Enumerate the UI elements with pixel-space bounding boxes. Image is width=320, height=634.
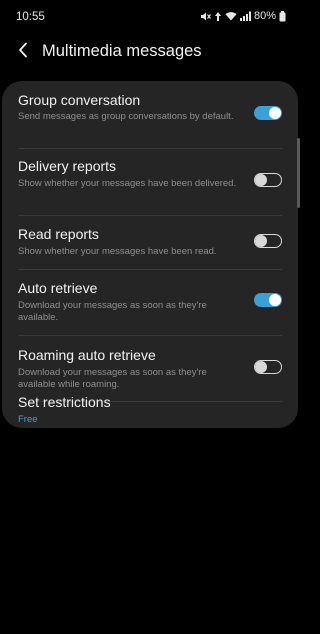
delivery-reports-toggle[interactable] xyxy=(254,173,282,187)
setting-set-restrictions[interactable]: Set restrictions Free xyxy=(2,394,298,428)
data-transfer-icon xyxy=(214,11,222,22)
setting-label: Group conversation xyxy=(18,92,141,108)
setting-label: Set restrictions xyxy=(18,394,111,410)
scrollbar[interactable] xyxy=(297,138,300,208)
battery-icon xyxy=(279,10,286,22)
roaming-auto-retrieve-toggle[interactable] xyxy=(254,360,282,374)
setting-label: Read reports xyxy=(18,226,99,242)
status-time: 10:55 xyxy=(16,11,45,23)
setting-auto-retrieve[interactable]: Auto retrieve Download your messages as … xyxy=(2,270,298,334)
setting-roaming-auto-retrieve[interactable]: Roaming auto retrieve Download your mess… xyxy=(2,336,298,401)
read-reports-toggle[interactable] xyxy=(254,234,282,248)
page-title: Multimedia messages xyxy=(42,42,202,60)
auto-retrieve-toggle[interactable] xyxy=(254,293,282,307)
toggle-knob xyxy=(255,360,267,373)
setting-label: Roaming auto retrieve xyxy=(18,347,156,363)
toggle-knob xyxy=(255,173,267,186)
setting-description: Send messages as group conversations by … xyxy=(18,111,234,122)
setting-label: Delivery reports xyxy=(18,158,117,174)
status-bar: 10:55 80% xyxy=(0,0,300,36)
setting-description: Show whether your messages have been del… xyxy=(18,178,237,189)
mute-icon xyxy=(200,11,211,22)
setting-read-reports[interactable]: Read reports Show whether your messages … xyxy=(2,216,298,270)
chevron-left-icon xyxy=(18,42,28,63)
status-icons: 80% xyxy=(200,10,286,22)
restrictions-value: Free xyxy=(18,414,38,425)
battery-percentage: 80% xyxy=(253,10,276,22)
toggle-knob xyxy=(255,234,267,247)
app-header: Multimedia messages xyxy=(0,36,300,70)
wifi-icon xyxy=(225,11,237,21)
toggle-knob xyxy=(269,107,281,119)
back-button[interactable] xyxy=(12,40,34,64)
setting-description: Show whether your messages have been rea… xyxy=(18,246,217,257)
setting-delivery-reports[interactable]: Delivery reports Show whether your messa… xyxy=(2,149,298,215)
setting-description: Download your messages as soon as they'r… xyxy=(18,300,207,323)
signal-icon xyxy=(239,11,251,21)
setting-description: Download your messages as soon as they'r… xyxy=(18,367,207,390)
toggle-knob xyxy=(269,294,281,306)
setting-group-conversation[interactable]: Group conversation Send messages as grou… xyxy=(2,81,298,148)
settings-card: Group conversation Send messages as grou… xyxy=(2,81,298,428)
group-conversation-toggle[interactable] xyxy=(254,106,282,120)
setting-label: Auto retrieve xyxy=(18,280,98,296)
